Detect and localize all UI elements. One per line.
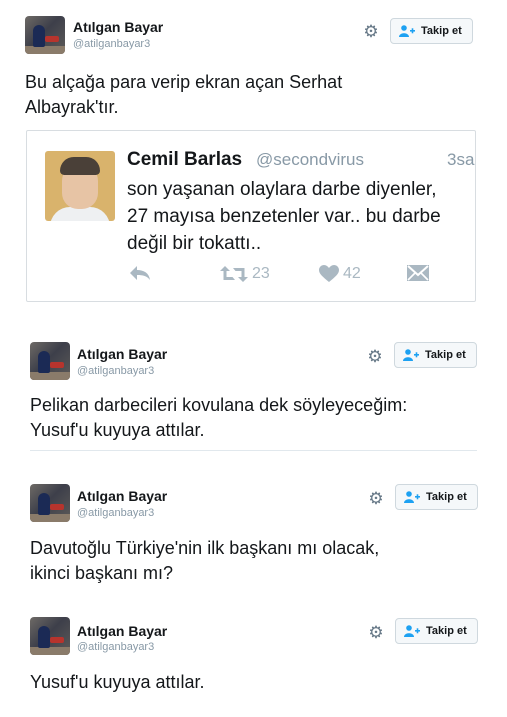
add-user-icon [399, 25, 415, 37]
tweet-text-line: Davutoğlu Türkiye'nin ilk başkanı mı ola… [30, 538, 380, 558]
quoted-timestamp[interactable]: 3sa [447, 150, 474, 170]
follow-label: Takip et [425, 349, 466, 361]
tweet-text-line: Bu alçağa para verip ekran açan Serhat [25, 72, 343, 92]
quoted-text-line: 27 mayısa benzetenler var.. bu darbe [127, 206, 441, 227]
author-name[interactable]: Atılgan Bayar [77, 623, 167, 639]
add-user-icon [404, 625, 420, 637]
tweet-text: Bu alçağa para verip ekran açan Serhat A… [25, 70, 495, 120]
author-handle[interactable]: @atilganbayar3 [77, 365, 154, 377]
heart-icon [319, 265, 339, 282]
follow-label: Takip et [426, 625, 467, 637]
tweet-text-line: Pelikan darbecileri kovulana dek söyleye… [30, 395, 408, 415]
add-user-icon [403, 349, 419, 361]
envelope-icon [407, 265, 429, 281]
tweet-3: Atılgan Bayar @atilganbayar3 ⚙ Takip et … [0, 472, 507, 592]
author-name[interactable]: Atılgan Bayar [77, 488, 167, 504]
avatar[interactable] [30, 342, 70, 380]
reply-icon [130, 266, 150, 280]
quoted-avatar[interactable] [45, 151, 115, 221]
retweet-count: 23 [252, 265, 270, 282]
follow-button[interactable]: Takip et [390, 18, 473, 44]
quoted-tweet[interactable]: Cemil Barlas @secondvirus 3sa son yaşana… [26, 130, 476, 302]
quoted-author-name[interactable]: Cemil Barlas [127, 149, 242, 171]
author-name[interactable]: Atılgan Bayar [77, 346, 167, 362]
avatar[interactable] [30, 484, 70, 522]
divider [30, 450, 477, 451]
follow-button[interactable]: Takip et [395, 618, 478, 644]
avatar[interactable] [25, 16, 65, 54]
tweet-2: Atılgan Bayar @atilganbayar3 ⚙ Takip et … [0, 330, 507, 450]
gear-icon[interactable]: ⚙ [362, 23, 380, 41]
like-button[interactable]: 42 [319, 265, 361, 283]
tweet-text: Davutoğlu Türkiye'nin ilk başkanı mı ola… [30, 536, 500, 586]
quoted-author-handle[interactable]: @secondvirus [256, 150, 364, 170]
tweet-4: Atılgan Bayar @atilganbayar3 ⚙ Takip et … [0, 607, 507, 717]
tweet-text-line: Albayrak'tır. [25, 97, 119, 117]
follow-label: Takip et [426, 491, 467, 503]
like-count: 42 [343, 265, 361, 282]
author-handle[interactable]: @atilganbayar3 [77, 641, 154, 653]
gear-icon[interactable]: ⚙ [367, 624, 385, 642]
gear-icon[interactable]: ⚙ [367, 490, 385, 508]
tweet-text: Yusuf'u kuyuya attılar. [30, 670, 500, 695]
add-user-icon [404, 491, 420, 503]
tweet-text-line: ikinci başkanı mı? [30, 563, 174, 583]
retweet-icon [220, 266, 248, 282]
retweet-button[interactable]: 23 [220, 265, 270, 283]
quoted-text-line: değil bir tokattı.. [127, 233, 262, 254]
follow-button[interactable]: Takip et [394, 342, 477, 368]
tweet-text-line: Yusuf'u kuyuya attılar. [30, 672, 205, 692]
author-handle[interactable]: @atilganbayar3 [73, 38, 150, 50]
tweet-text-line: Yusuf'u kuyuya attılar. [30, 420, 205, 440]
follow-label: Takip et [421, 25, 462, 37]
quoted-text-line: son yaşanan olaylara darbe diyenler, [127, 179, 437, 200]
tweet-1: Atılgan Bayar @atilganbayar3 ⚙ Takip et … [0, 0, 507, 305]
author-handle[interactable]: @atilganbayar3 [77, 507, 154, 519]
follow-button[interactable]: Takip et [395, 484, 478, 510]
tweet-text: Pelikan darbecileri kovulana dek söyleye… [30, 393, 500, 443]
message-button[interactable] [407, 265, 433, 281]
reply-button[interactable] [129, 265, 155, 281]
gear-icon[interactable]: ⚙ [366, 348, 384, 366]
quoted-actions: 23 42 [27, 265, 475, 289]
avatar[interactable] [30, 617, 70, 655]
quoted-text: son yaşanan olaylara darbe diyenler, 27 … [127, 176, 472, 257]
author-name[interactable]: Atılgan Bayar [73, 19, 163, 35]
